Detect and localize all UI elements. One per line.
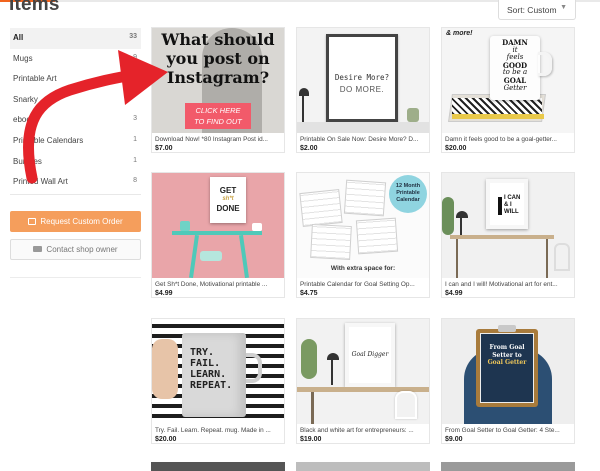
red-curved-arrow xyxy=(22,50,168,184)
arrow-shaft xyxy=(22,68,144,184)
arrow-head xyxy=(118,50,168,105)
